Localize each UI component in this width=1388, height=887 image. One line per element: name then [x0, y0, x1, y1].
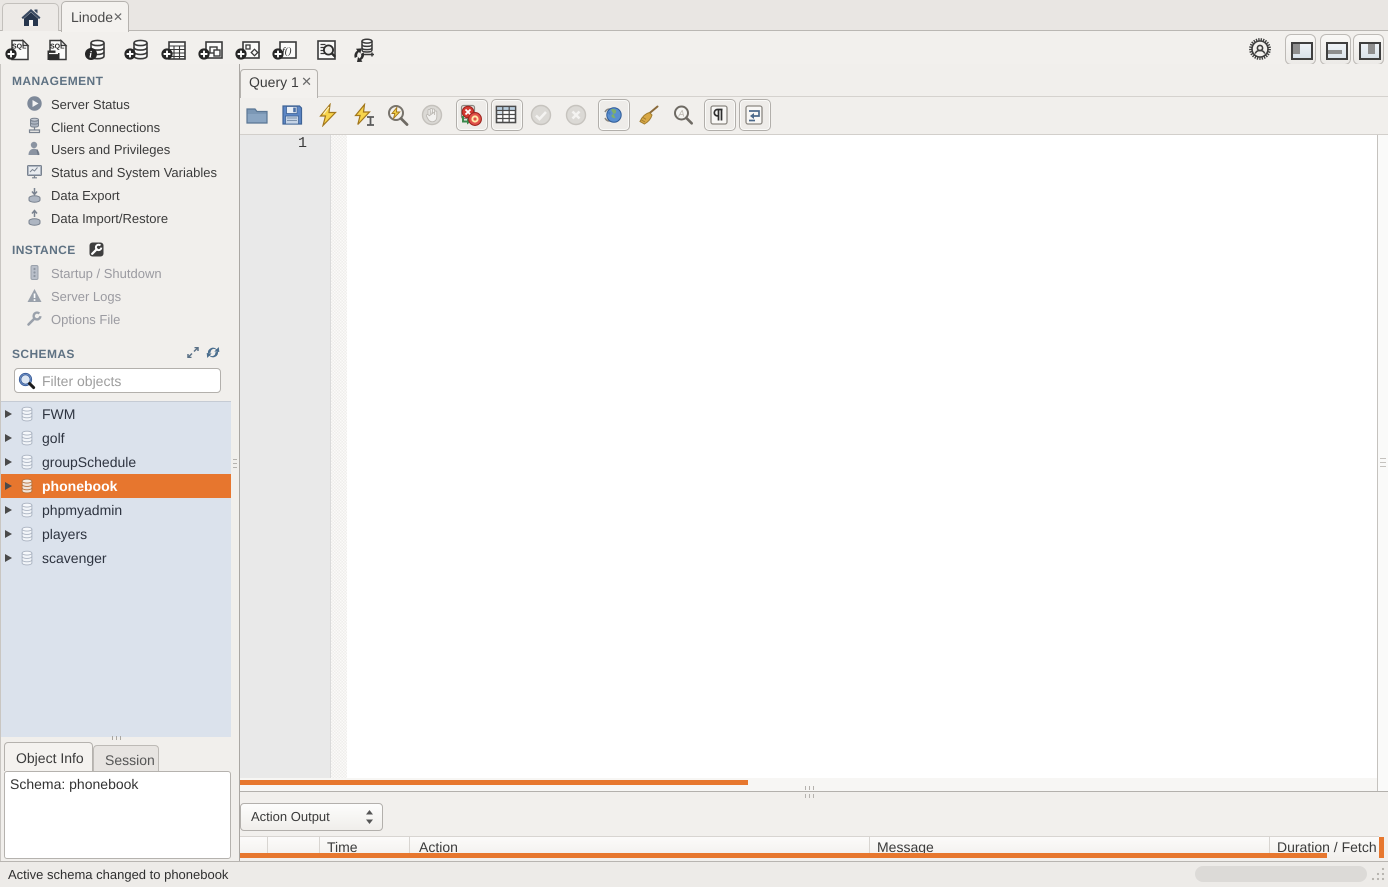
svg-text:A: A [678, 109, 685, 119]
svg-text:i: i [89, 50, 92, 60]
